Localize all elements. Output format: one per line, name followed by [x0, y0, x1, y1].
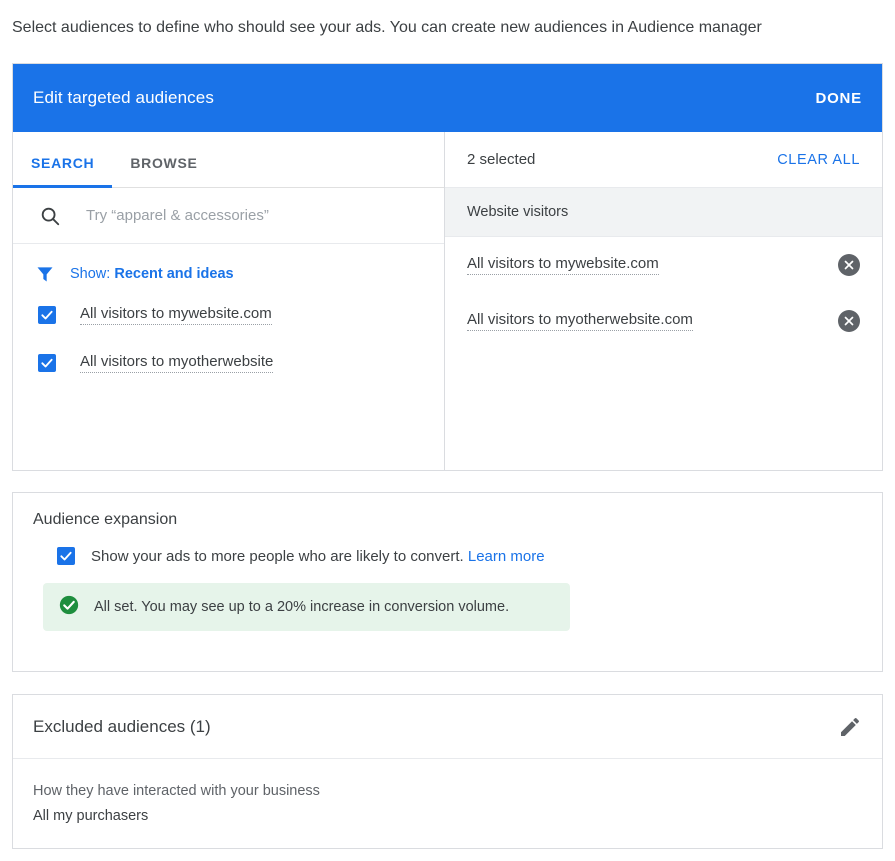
- result-item[interactable]: All visitors to myotherwebsite: [13, 339, 444, 387]
- checkbox-checked-icon[interactable]: [38, 354, 56, 372]
- selected-group-header: Website visitors: [445, 188, 882, 237]
- checkbox-checked-icon[interactable]: [57, 547, 75, 565]
- excluded-audiences-body: How they have interacted with your busin…: [13, 759, 882, 824]
- checkbox-checked-icon[interactable]: [38, 306, 56, 324]
- excluded-audience-item: All my purchasers: [33, 808, 882, 824]
- search-row: [13, 188, 444, 244]
- filter-prefix: Show:: [70, 266, 114, 282]
- excluded-audiences-title: Excluded audiences (1): [33, 717, 211, 737]
- selected-item: All visitors to mywebsite.com: [445, 237, 882, 293]
- selected-audiences-pane: 2 selected CLEAR ALL Website visitors Al…: [445, 132, 882, 470]
- audience-expansion-checkbox-row[interactable]: Show your ads to more people who are lik…: [13, 529, 882, 565]
- selected-item-label: All visitors to myotherwebsite.com: [467, 311, 693, 331]
- result-item-label: All visitors to myotherwebsite: [80, 353, 273, 373]
- search-icon: [39, 205, 61, 227]
- tab-browse[interactable]: BROWSE: [112, 155, 215, 187]
- filter-row[interactable]: Show: Recent and ideas: [13, 257, 444, 291]
- audience-expansion-title: Audience expansion: [13, 493, 882, 529]
- result-item[interactable]: All visitors to mywebsite.com: [13, 291, 444, 339]
- filter-value: Recent and ideas: [114, 266, 233, 282]
- audience-expansion-label: Show your ads to more people who are lik…: [91, 548, 545, 565]
- audience-expansion-text: Show your ads to more people who are lik…: [91, 548, 464, 565]
- audience-targeting-page: Select audiences to define who should se…: [0, 0, 895, 861]
- tab-search[interactable]: SEARCH: [13, 155, 112, 187]
- tab-bar: SEARCH BROWSE: [13, 132, 444, 188]
- learn-more-link[interactable]: Learn more: [468, 548, 545, 565]
- filter-funnel-icon: [35, 264, 55, 284]
- filter-label: Show: Recent and ideas: [70, 266, 234, 282]
- card-header: Edit targeted audiences DONE: [13, 64, 882, 132]
- audience-expansion-status-banner: All set. You may see up to a 20% increas…: [43, 583, 570, 631]
- card-body: SEARCH BROWSE: [13, 132, 882, 470]
- selected-bar: 2 selected CLEAR ALL: [445, 132, 882, 188]
- selected-item: All visitors to myotherwebsite.com: [445, 293, 882, 349]
- edit-targeted-audiences-card: Edit targeted audiences DONE SEARCH BROW…: [12, 63, 883, 471]
- result-item-label: All visitors to mywebsite.com: [80, 305, 272, 325]
- selected-item-label: All visitors to mywebsite.com: [467, 255, 659, 275]
- page-intro-text: Select audiences to define who should se…: [12, 17, 762, 39]
- close-circle-icon[interactable]: [838, 310, 860, 332]
- check-circle-icon: [58, 594, 80, 621]
- search-pane: SEARCH BROWSE: [13, 132, 445, 470]
- excluded-audiences-header: Excluded audiences (1): [13, 695, 882, 759]
- search-results-list: Show: Recent and ideas All visitors to m…: [13, 244, 444, 387]
- excluded-audiences-card: Excluded audiences (1) How they have int…: [12, 694, 883, 849]
- close-circle-icon[interactable]: [838, 254, 860, 276]
- audience-expansion-status-text: All set. You may see up to a 20% increas…: [94, 599, 509, 615]
- clear-all-button[interactable]: CLEAR ALL: [777, 152, 860, 168]
- card-title: Edit targeted audiences: [33, 88, 214, 108]
- pencil-icon[interactable]: [838, 715, 862, 739]
- excluded-audiences-subtitle: How they have interacted with your busin…: [33, 783, 882, 799]
- search-input[interactable]: [84, 206, 418, 225]
- audience-expansion-card: Audience expansion Show your ads to more…: [12, 492, 883, 672]
- selected-count: 2 selected: [467, 151, 535, 168]
- done-button[interactable]: DONE: [815, 90, 862, 107]
